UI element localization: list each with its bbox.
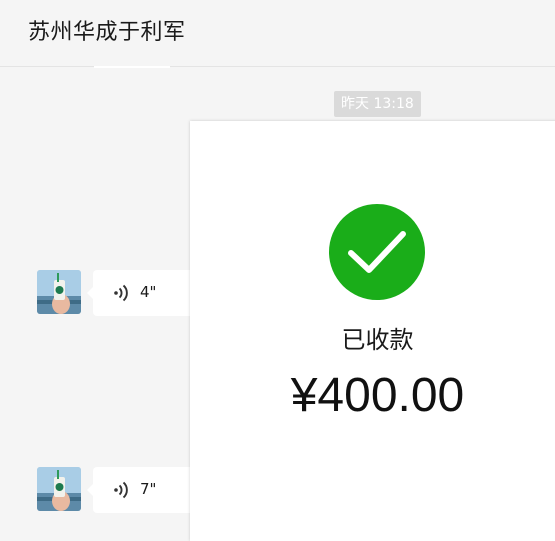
message-timestamp: 昨天 13:18: [334, 91, 421, 117]
check-icon: [329, 204, 425, 300]
voice-duration: 4": [140, 283, 157, 301]
checkmark-glyph: [348, 231, 406, 273]
payment-status: 已收款: [341, 326, 414, 354]
avatar[interactable]: [37, 270, 81, 314]
voice-duration: 7": [140, 480, 157, 498]
avatar-image: [37, 467, 81, 511]
payment-received-card[interactable]: 已收款 ¥400.00: [190, 121, 555, 541]
chat-title[interactable]: 苏州华成于利军: [28, 14, 186, 46]
chat-header: 苏州华成于利军: [0, 0, 555, 67]
avatar[interactable]: [37, 467, 81, 511]
avatar-image: [37, 270, 81, 314]
header-underline: [94, 66, 170, 68]
voice-wave-icon: [114, 481, 128, 499]
payment-amount: ¥400.00: [290, 369, 465, 422]
voice-wave-icon: [114, 284, 128, 302]
